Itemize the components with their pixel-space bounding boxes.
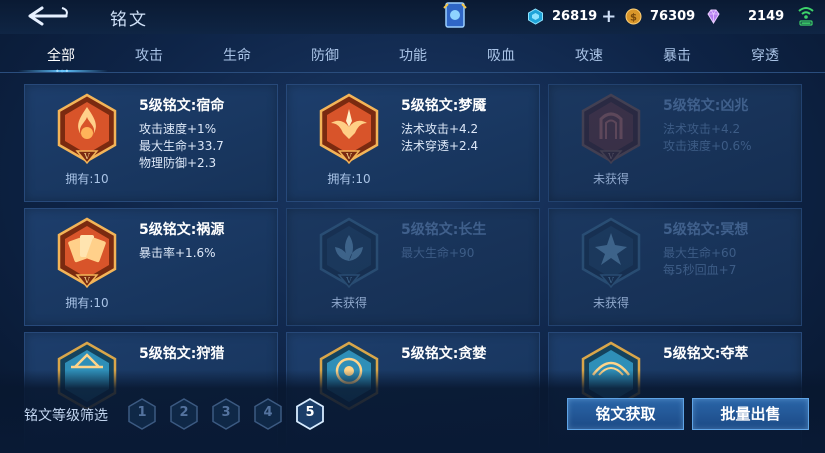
inscription-attr: 法术攻击+4.2 (401, 122, 479, 136)
page-title: 铭文 (110, 10, 148, 30)
inscription-name: 5级铭文:凶兆 (663, 98, 749, 114)
inscription-attr: 攻击速度+0.6% (663, 139, 752, 153)
tab-defense[interactable]: 防御 (311, 45, 339, 65)
gold-coin-icon: $ (625, 8, 642, 24)
inscription-attr: 最大生命+90 (401, 246, 475, 260)
level-filter-3[interactable]: 3 (212, 398, 240, 430)
bulk-sell-button[interactable]: 批量出售 (692, 398, 809, 430)
svg-text:V: V (607, 152, 614, 161)
level-number: 1 (137, 405, 147, 420)
owned-count: 拥有:10 (65, 172, 109, 186)
inscription-card-mengyan[interactable]: V 拥有:10 5级铭文:梦魇 法术攻击+4.2 法术穿透+2.4 (286, 84, 540, 202)
inscription-name: 5级铭文:夺萃 (663, 346, 749, 362)
flame-v-emblem-icon: V (57, 93, 117, 165)
svg-text:V: V (345, 152, 352, 161)
diamond-counter: 2149 (705, 7, 784, 25)
back-arrow-icon[interactable] (22, 4, 72, 26)
inscription-book-icon[interactable] (442, 0, 468, 30)
inscription-name: 5级铭文:冥想 (663, 222, 749, 238)
inscription-attr: 攻击速度+1% (139, 122, 217, 136)
coupon-icon (528, 7, 543, 25)
inscription-card-xiongzhao[interactable]: V 未获得 5级铭文:凶兆 法术攻击+4.2 攻击速度+0.6% (548, 84, 802, 202)
inscription-attr: 法术穿透+2.4 (401, 139, 479, 153)
inscription-screen: 铭文 26819 + $ 76309 2149 全部 攻击 生命 防御 功能 吸… (0, 0, 825, 453)
level-number: 5 (305, 405, 315, 420)
level-number: 2 (179, 405, 189, 420)
gold-count: 76309 (650, 8, 696, 24)
top-bar: 铭文 26819 + $ 76309 2149 (0, 0, 825, 34)
inscription-attr: 最大生命+60 (663, 246, 737, 260)
cards-emblem-icon: V (57, 217, 117, 289)
star-emblem-icon: V (581, 217, 641, 289)
inscription-name: 5级铭文:梦魇 (401, 98, 487, 114)
coupon-counter: 26819 + (527, 6, 616, 27)
lotus-emblem-icon: V (319, 217, 379, 289)
svg-text:V: V (83, 276, 90, 285)
diamond-icon (707, 9, 720, 24)
obtain-inscription-button[interactable]: 铭文获取 (567, 398, 684, 430)
tab-attack[interactable]: 攻击 (135, 45, 163, 65)
level-filter-1[interactable]: 1 (128, 398, 156, 430)
category-tabs: 全部 攻击 生命 防御 功能 吸血 攻速 暴击 穿透 (0, 38, 825, 72)
owned-count: 拥有:10 (327, 172, 371, 186)
coupon-count: 26819 (552, 8, 598, 24)
add-coupon-icon[interactable]: + (601, 6, 616, 27)
inscription-attr: 物理防御+2.3 (139, 156, 217, 170)
active-tab-marker: •◦• (55, 67, 70, 76)
level-number: 4 (263, 405, 273, 420)
not-obtained-label: 未获得 (592, 296, 629, 310)
gate-emblem-icon: V (581, 93, 641, 165)
not-obtained-label: 未获得 (330, 296, 367, 310)
level-filter-label: 铭文等级筛选 (24, 408, 108, 424)
inscription-name: 5级铭文:祸源 (139, 222, 225, 238)
tab-crit[interactable]: 暴击 (663, 45, 691, 65)
tab-divider (0, 72, 825, 73)
level-filter-5[interactable]: 5 (296, 397, 324, 431)
inscription-name: 5级铭文:狩猎 (139, 346, 225, 362)
gold-counter: $ 76309 (625, 7, 695, 25)
inscription-name: 5级铭文:长生 (401, 222, 487, 238)
wifi-icon (798, 7, 814, 26)
svg-text:V: V (83, 152, 90, 161)
inscription-card-suming[interactable]: V 拥有:10 5级铭文:宿命 攻击速度+1% 最大生命+33.7 物理防御+2… (24, 84, 278, 202)
svg-text:V: V (607, 276, 614, 285)
wing-flame-emblem-icon: V (319, 93, 379, 165)
diamond-count: 2149 (748, 8, 785, 24)
owned-count: 拥有:10 (65, 296, 109, 310)
svg-text:V: V (345, 276, 352, 285)
tab-utility[interactable]: 功能 (399, 45, 427, 65)
inscription-card-mingxiang[interactable]: V 未获得 5级铭文:冥想 最大生命+60 每5秒回血+7 (548, 208, 802, 326)
tab-all[interactable]: 全部 (47, 45, 75, 65)
inscription-card-changsheng[interactable]: V 未获得 5级铭文:长生 最大生命+90 (286, 208, 540, 326)
tab-health[interactable]: 生命 (223, 45, 251, 65)
svg-text:$: $ (630, 12, 637, 23)
tab-penetration[interactable]: 穿透 (751, 45, 779, 65)
level-number: 3 (221, 405, 231, 420)
tab-attack-speed[interactable]: 攻速 (575, 45, 603, 65)
inscription-attr: 每5秒回血+7 (663, 263, 737, 277)
not-obtained-label: 未获得 (592, 172, 629, 186)
tab-lifesteal[interactable]: 吸血 (487, 45, 515, 65)
inscription-attr: 法术攻击+4.2 (663, 122, 741, 136)
inscription-name: 5级铭文:宿命 (139, 98, 225, 114)
inscription-attr: 暴击率+1.6% (139, 246, 216, 260)
inscription-card-huoyuan[interactable]: V 拥有:10 5级铭文:祸源 暴击率+1.6% (24, 208, 278, 326)
inscription-attr: 最大生命+33.7 (139, 139, 224, 153)
inscription-name: 5级铭文:贪婪 (401, 346, 487, 362)
level-filter-4[interactable]: 4 (254, 398, 282, 430)
level-filter-2[interactable]: 2 (170, 398, 198, 430)
